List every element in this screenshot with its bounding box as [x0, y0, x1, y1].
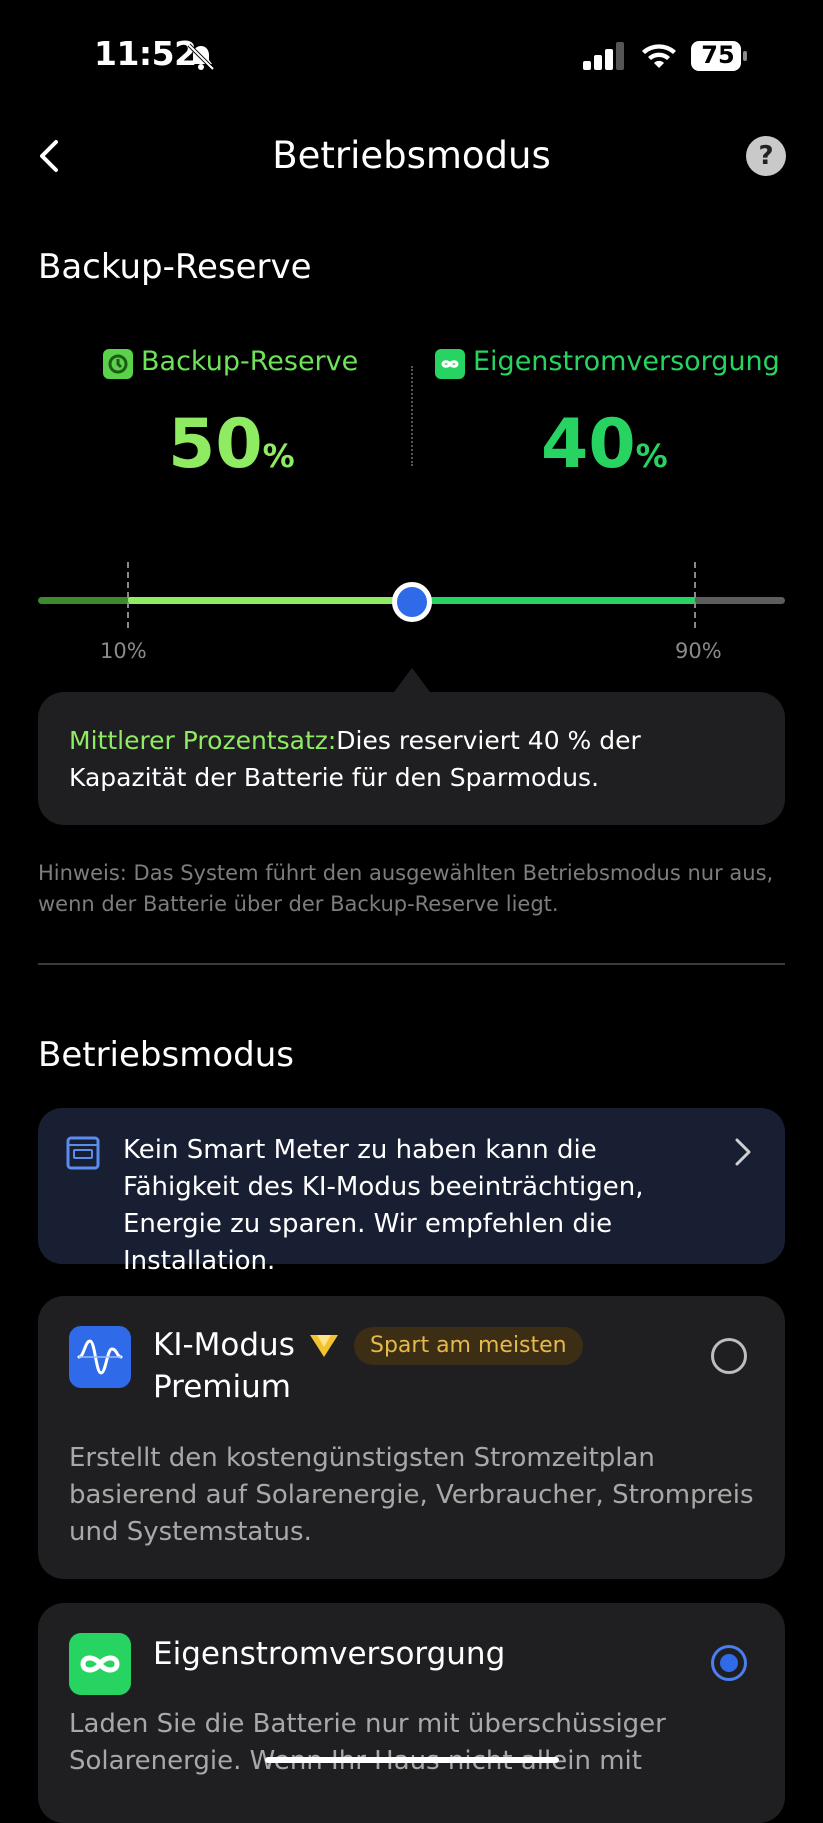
slider-max-tick: [694, 562, 696, 628]
stats-divider: [411, 366, 413, 466]
self-consumption-name: Eigenstromversorgung: [153, 1636, 506, 1672]
cellular-signal-icon: [583, 42, 624, 70]
page-title: Betriebsmodus: [272, 134, 551, 177]
self-consumption-value-group: 40%: [541, 405, 668, 484]
home-indicator[interactable]: [265, 1757, 559, 1763]
bubble-pointer: [394, 668, 430, 692]
self-consumption-value: 40: [541, 405, 636, 484]
info-text: Mittlerer Prozentsatz:Dies reserviert 40…: [69, 722, 759, 796]
slider-min-tick: [127, 562, 129, 628]
radio-self-consumption[interactable]: [711, 1645, 747, 1681]
self-consumption-label: Eigenstromversorgung: [473, 346, 780, 377]
slider-track-below-min: [38, 597, 128, 604]
section-divider: [38, 963, 785, 965]
slider-min-label: 10%: [100, 639, 147, 663]
self-consumption-description: Laden Sie die Batterie nur mit überschüs…: [69, 1709, 666, 1776]
slider-track-self-consumption[interactable]: [411, 597, 695, 604]
smart-meter-message: Kein Smart Meter zu haben kann die Fähig…: [123, 1135, 644, 1276]
bell-muted-icon: [187, 43, 215, 71]
ai-wave-icon: [69, 1326, 131, 1388]
backup-reserve-value: 50: [168, 405, 263, 484]
slider-track-above-max: [695, 597, 785, 604]
slider-track-backup[interactable]: [128, 597, 411, 604]
backup-reserve-value-group: 50%: [168, 405, 295, 484]
smart-meter-icon: [66, 1136, 100, 1170]
chevron-right-icon[interactable]: [734, 1137, 752, 1167]
backup-reserve-icon: [103, 349, 133, 379]
backup-reserve-label: Backup-Reserve: [141, 346, 359, 377]
slider-thumb[interactable]: [392, 582, 432, 622]
self-consumption-unit: %: [635, 437, 668, 475]
battery-level: 75: [701, 41, 735, 69]
radio-ai-mode[interactable]: [711, 1338, 747, 1374]
ai-mode-name: KI-Modus: [153, 1327, 295, 1363]
section-title-backup: Backup-Reserve: [38, 247, 312, 287]
section-title-mode: Betriebsmodus: [38, 1035, 294, 1075]
self-consumption-infinity-icon: [69, 1633, 131, 1695]
savings-badge: Spart am meisten: [354, 1327, 583, 1365]
radio-selected-dot: [720, 1654, 738, 1672]
ai-mode-description: Erstellt den kostengünstigsten Stromzeit…: [69, 1443, 754, 1547]
info-highlight: Mittlerer Prozentsatz:: [69, 726, 337, 755]
premium-diamond-icon: [310, 1335, 338, 1357]
slider-max-label: 90%: [675, 639, 722, 663]
wifi-icon: [642, 44, 676, 68]
status-time: 11:52: [94, 34, 197, 73]
infinity-icon: [435, 349, 465, 379]
hint-text: Hinweis: Das System führt den ausgewählt…: [38, 861, 774, 916]
backup-reserve-unit: %: [262, 437, 295, 475]
ai-mode-subtitle: Premium: [153, 1369, 291, 1405]
help-icon[interactable]: ?: [746, 136, 786, 176]
